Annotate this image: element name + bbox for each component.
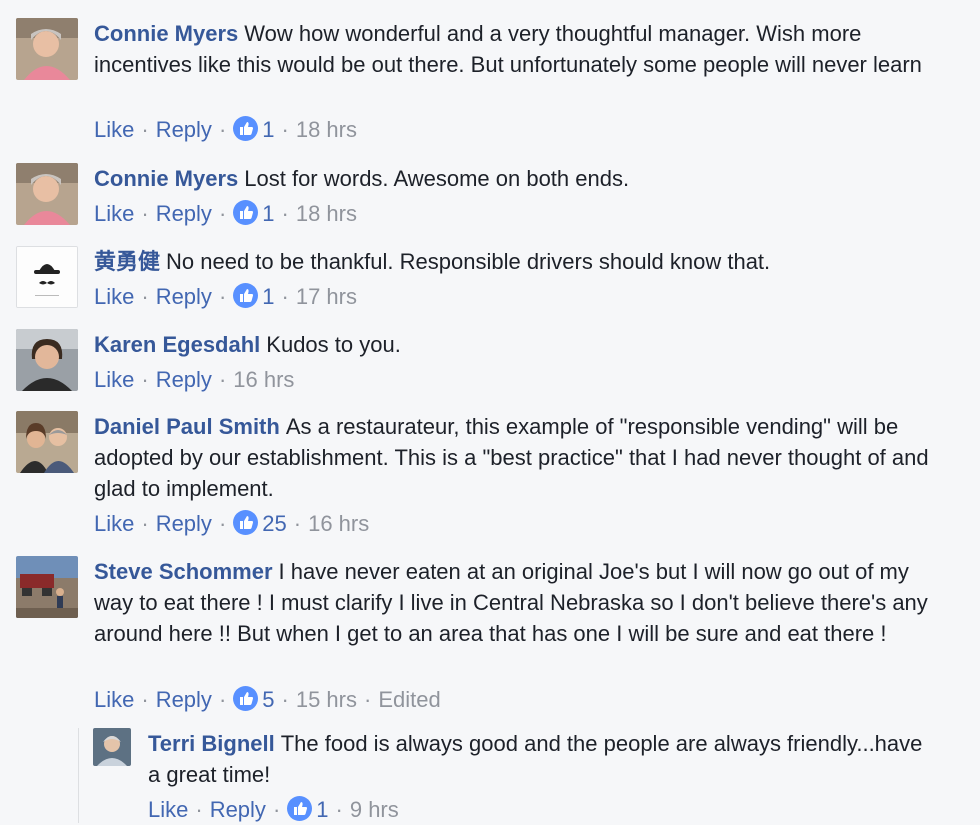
comment-text: No need to be thankful. Responsible driv…: [166, 249, 771, 274]
comment-body: Karen Egesdahl Kudos to you.: [94, 329, 938, 360]
timestamp[interactable]: 17 hrs: [296, 284, 357, 309]
separator: ·: [293, 511, 302, 536]
separator: ·: [281, 117, 289, 142]
timestamp[interactable]: 9 hrs: [350, 797, 399, 822]
thumbs-up-icon[interactable]: [233, 510, 259, 535]
thumbs-up-icon[interactable]: [233, 116, 259, 141]
reply-link[interactable]: Reply: [156, 687, 212, 712]
timestamp[interactable]: 16 hrs: [233, 367, 294, 392]
reply-link[interactable]: Reply: [156, 511, 212, 536]
separator: ·: [281, 687, 289, 712]
like-link[interactable]: Like: [94, 511, 134, 536]
comment-actions: Like · Reply · 25 · 16 hrs: [94, 509, 369, 539]
separator: ·: [218, 117, 227, 142]
separator: ·: [218, 367, 227, 392]
avatar[interactable]: [16, 411, 78, 473]
comment-body: Steve Schommer I have never eaten at an o…: [94, 556, 938, 649]
separator: ·: [141, 201, 149, 226]
edited-label[interactable]: Edited: [378, 687, 440, 712]
comment-actions: Like · Reply · 1 · 9 hrs: [148, 795, 399, 825]
avatar[interactable]: [93, 728, 131, 766]
author-name[interactable]: Connie Myers: [94, 21, 238, 46]
timestamp[interactable]: 16 hrs: [308, 511, 369, 536]
avatar[interactable]: [16, 18, 78, 80]
comment-text: Kudos to you.: [266, 332, 401, 357]
like-count[interactable]: 1: [262, 201, 274, 226]
timestamp[interactable]: 18 hrs: [296, 117, 357, 142]
separator: ·: [335, 797, 343, 822]
comment-actions: Like · Reply · 1 · 18 hrs: [94, 115, 357, 145]
separator: ·: [218, 201, 227, 226]
separator: ·: [141, 511, 149, 536]
separator: ·: [272, 797, 281, 822]
like-link[interactable]: Like: [94, 117, 134, 142]
separator: ·: [141, 367, 149, 392]
timestamp[interactable]: 18 hrs: [296, 201, 357, 226]
author-name[interactable]: 黄勇健: [94, 249, 160, 274]
separator: ·: [218, 511, 227, 536]
reply-thread-line: [78, 728, 79, 823]
comment-actions: Like · Reply · 1 · 18 hrs: [94, 199, 357, 229]
like-count[interactable]: 1: [262, 284, 274, 309]
like-link[interactable]: Like: [148, 797, 188, 822]
separator: ·: [281, 284, 289, 309]
separator: ·: [218, 284, 227, 309]
thumbs-up-icon[interactable]: [233, 200, 259, 225]
like-count[interactable]: 1: [316, 797, 328, 822]
timestamp[interactable]: 15 hrs: [296, 687, 357, 712]
like-count[interactable]: 1: [262, 117, 274, 142]
author-name[interactable]: Karen Egesdahl: [94, 332, 260, 357]
comment-actions: Like · Reply · 1 · 17 hrs: [94, 282, 357, 312]
separator: ·: [195, 797, 203, 822]
like-count[interactable]: 25: [262, 511, 286, 536]
reply-link[interactable]: Reply: [156, 367, 212, 392]
reply-link[interactable]: Reply: [210, 797, 266, 822]
comment-actions: Like · Reply · 16 hrs: [94, 365, 294, 395]
comment-actions: Like · Reply · 5 · 15 hrs · Edited: [94, 685, 441, 715]
separator: ·: [364, 687, 372, 712]
separator: ·: [141, 687, 149, 712]
avatar[interactable]: [16, 163, 78, 225]
separator: ·: [281, 201, 289, 226]
comment-body: Terri Bignell The food is always good and…: [148, 728, 938, 790]
reply-link[interactable]: Reply: [156, 201, 212, 226]
thumbs-up-icon[interactable]: [287, 796, 313, 821]
comment-body: Connie Myers Wow how wonderful and a very…: [94, 18, 938, 80]
like-link[interactable]: Like: [94, 367, 134, 392]
author-name[interactable]: Terri Bignell: [148, 731, 275, 756]
thumbs-up-icon[interactable]: [233, 686, 259, 711]
bowler-hat-mustache-icon: [17, 247, 77, 307]
comment-body: 黄勇健 No need to be thankful. Responsible d…: [94, 246, 938, 277]
comment-text: Lost for words. Awesome on both ends.: [244, 166, 630, 191]
separator: ·: [141, 284, 149, 309]
like-link[interactable]: Like: [94, 201, 134, 226]
thumbs-up-icon[interactable]: [233, 283, 259, 308]
comment-body: Connie Myers Lost for words. Awesome on b…: [94, 163, 938, 194]
reply-link[interactable]: Reply: [156, 117, 212, 142]
author-name[interactable]: Daniel Paul Smith: [94, 414, 280, 439]
author-name[interactable]: Steve Schommer: [94, 559, 273, 584]
comment-body: Daniel Paul Smith As a restaurateur, this…: [94, 411, 938, 504]
separator: ·: [141, 117, 149, 142]
reply-link[interactable]: Reply: [156, 284, 212, 309]
separator: ·: [218, 687, 227, 712]
avatar[interactable]: [16, 246, 78, 308]
avatar[interactable]: [16, 556, 78, 618]
avatar[interactable]: [16, 329, 78, 391]
like-link[interactable]: Like: [94, 284, 134, 309]
like-link[interactable]: Like: [94, 687, 134, 712]
like-count[interactable]: 5: [262, 687, 274, 712]
author-name[interactable]: Connie Myers: [94, 166, 238, 191]
